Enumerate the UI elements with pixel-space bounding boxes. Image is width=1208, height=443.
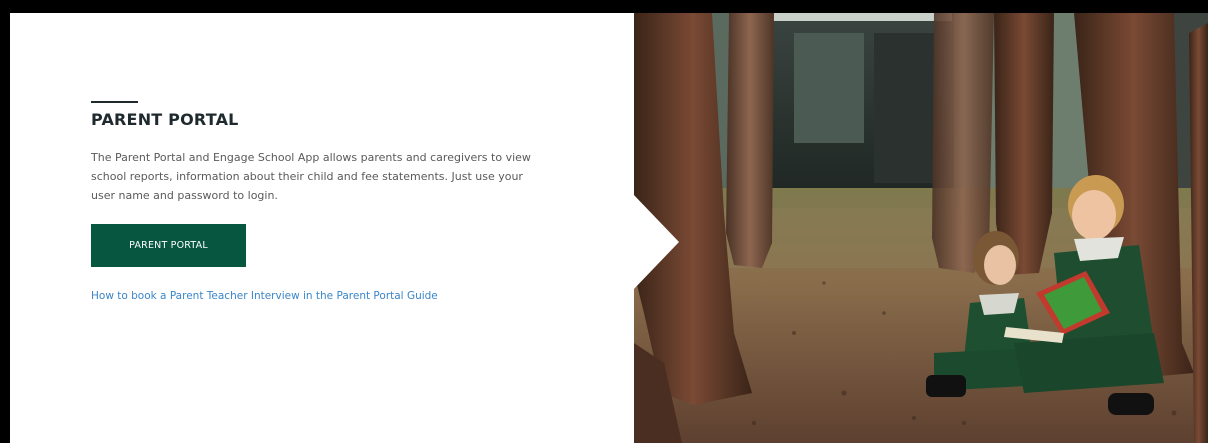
parent-portal-section: PARENT PORTAL The Parent Portal and Enga…	[10, 13, 1208, 443]
heading-accent-line	[91, 101, 138, 103]
parent-teacher-interview-guide-link[interactable]: How to book a Parent Teacher Interview i…	[91, 290, 438, 302]
image-notch	[633, 194, 679, 290]
parent-portal-button[interactable]: PARENT PORTAL	[91, 224, 246, 267]
content-column: PARENT PORTAL The Parent Portal and Enga…	[10, 13, 634, 443]
section-description: The Parent Portal and Engage School App …	[91, 151, 531, 202]
students-reading-photo	[634, 13, 1208, 443]
page-frame: PARENT PORTAL The Parent Portal and Enga…	[0, 0, 1208, 443]
section-title: PARENT PORTAL	[91, 110, 239, 129]
photo-illustration	[634, 13, 1208, 443]
